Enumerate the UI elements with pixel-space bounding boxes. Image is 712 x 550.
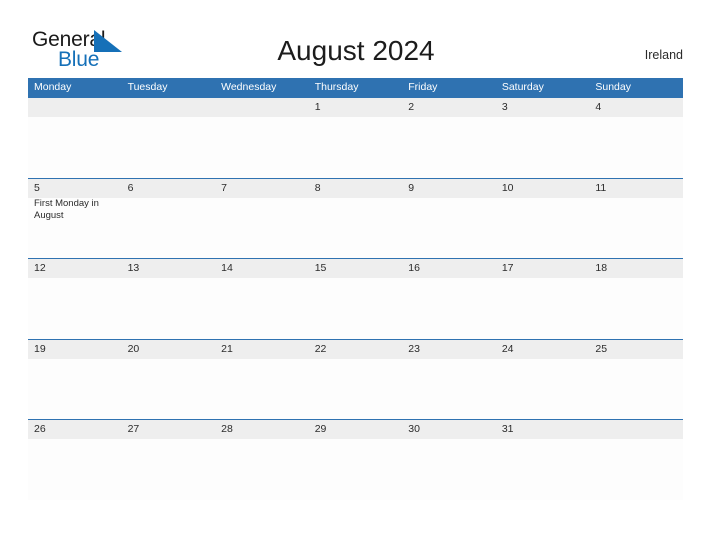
calendar-week-row: 19 20 21 22 23 24 25: [28, 338, 683, 420]
day-number: 8: [314, 181, 321, 194]
page-header: General Blue August 2024 Ireland: [0, 0, 712, 78]
calendar-day-cell[interactable]: 1: [309, 97, 403, 178]
day-number: 6: [127, 181, 134, 194]
day-number: 13: [127, 262, 140, 274]
calendar-day-cell[interactable]: 24: [496, 339, 590, 420]
calendar-day-cell[interactable]: 14: [215, 258, 309, 339]
calendar-week-row: 12 13 14 15 16 17 18: [28, 258, 683, 339]
calendar-week-row: 5 First Monday in August 6 7 8 9 10 11: [28, 177, 683, 259]
calendar-day-cell[interactable]: 15: [309, 258, 403, 339]
calendar-day-cell[interactable]: [28, 97, 122, 178]
weekday-header-tuesday: Tuesday: [127, 81, 168, 93]
calendar-day-cell[interactable]: 2: [402, 97, 496, 178]
day-number: 20: [127, 342, 140, 355]
calendar-day-cell[interactable]: 4: [589, 97, 683, 178]
weekday-header-friday: Friday: [408, 81, 438, 93]
weekday-header-saturday: Saturday: [501, 81, 544, 93]
day-number: 14: [221, 262, 233, 274]
calendar-day-cell[interactable]: 23: [402, 339, 496, 420]
calendar-day-cell[interactable]: 28: [215, 419, 309, 500]
day-number: 25: [595, 342, 608, 355]
calendar-day-cell[interactable]: 17: [496, 258, 590, 339]
calendar-day-cell[interactable]: 30: [402, 419, 496, 500]
calendar-day-cell[interactable]: 12: [28, 258, 122, 339]
day-number: 15: [314, 262, 327, 274]
weekday-header-thursday: Thursday: [314, 81, 359, 93]
calendar-day-cell[interactable]: 10: [496, 178, 590, 259]
calendar-day-cell[interactable]: 19: [28, 339, 122, 420]
day-number: 11: [595, 181, 607, 194]
calendar-day-cell[interactable]: 31: [496, 419, 590, 500]
day-number: 30: [408, 423, 420, 435]
day-number: 16: [408, 262, 420, 274]
page-title: August 2024: [277, 35, 435, 66]
weekday-header-sunday: Sunday: [595, 81, 631, 93]
calendar-day-cell[interactable]: [589, 419, 683, 500]
calendar-day-cell[interactable]: 11: [589, 178, 683, 259]
day-number: 19: [34, 342, 46, 355]
day-number: 3: [501, 101, 508, 113]
calendar-day-cell[interactable]: 13: [122, 258, 216, 339]
calendar-day-cell[interactable]: 5 First Monday in August: [28, 178, 122, 259]
weekday-header-wednesday: Wednesday: [221, 81, 277, 93]
calendar-week-row: 1 2 3 4: [28, 97, 683, 178]
day-number: 21: [221, 342, 233, 355]
day-number: 28: [221, 423, 233, 435]
calendar-day-cell[interactable]: 16: [402, 258, 496, 339]
calendar-day-cell[interactable]: 27: [122, 419, 216, 500]
calendar-day-cell[interactable]: [122, 97, 216, 178]
calendar-day-cell[interactable]: 8: [309, 178, 403, 259]
calendar-day-cell[interactable]: 9: [402, 178, 496, 259]
day-number: 24: [501, 342, 514, 355]
weekday-header-row: Monday Tuesday Wednesday Thursday Friday…: [28, 78, 683, 97]
day-number: 5: [34, 181, 40, 194]
day-number: 26: [34, 423, 46, 435]
day-number: 29: [314, 423, 327, 435]
calendar-day-cell[interactable]: 26: [28, 419, 122, 500]
calendar-week-row: 26 27 28 29 30 31: [28, 419, 683, 500]
weekday-header-monday: Monday: [34, 81, 72, 93]
calendar-day-cell[interactable]: 7: [215, 178, 309, 259]
calendar-grid: Monday Tuesday Wednesday Thursday Friday…: [28, 78, 683, 500]
day-number: 7: [221, 181, 227, 194]
calendar-day-cell[interactable]: 20: [122, 339, 216, 420]
day-number: 10: [501, 181, 514, 194]
day-number: 17: [501, 262, 514, 274]
day-number: 31: [501, 423, 514, 435]
day-number: 23: [408, 342, 420, 355]
calendar-day-cell[interactable]: 25: [589, 339, 683, 420]
day-number: 4: [595, 101, 602, 113]
calendar-day-cell[interactable]: 29: [309, 419, 403, 500]
day-number: 1: [314, 101, 321, 113]
calendar-day-cell[interactable]: [215, 97, 309, 178]
calendar-day-cell[interactable]: 18: [589, 258, 683, 339]
calendar-day-cell[interactable]: 3: [496, 97, 590, 178]
day-number: 22: [314, 342, 327, 355]
day-number: 9: [408, 181, 415, 194]
calendar-day-cell[interactable]: 6: [122, 178, 216, 259]
day-number: 18: [595, 262, 608, 274]
day-number: 12: [34, 262, 46, 274]
locale-label: Ireland: [644, 48, 683, 62]
day-event: First Monday in August: [34, 197, 99, 222]
day-number: 27: [127, 423, 140, 435]
calendar-day-cell[interactable]: 22: [309, 339, 403, 420]
calendar-day-cell[interactable]: 21: [215, 339, 309, 420]
day-number: 2: [408, 101, 415, 113]
